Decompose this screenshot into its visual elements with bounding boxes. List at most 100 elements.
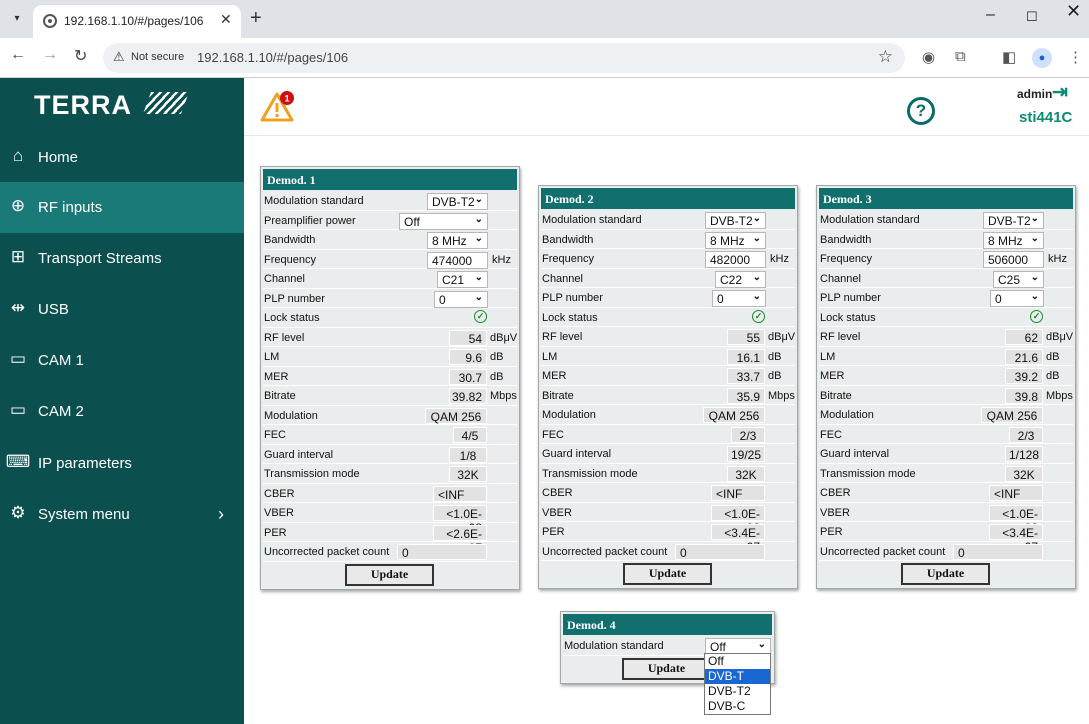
side-panel-icon[interactable]: ◧ bbox=[1002, 48, 1016, 66]
preamp-select[interactable]: Off ⌄ bbox=[399, 212, 488, 230]
frequency-input[interactable]: 482000 bbox=[705, 251, 766, 268]
camera-icon[interactable]: ◉ bbox=[922, 48, 935, 66]
close-tab-icon[interactable]: ✕ bbox=[220, 11, 232, 28]
field-label: Frequency bbox=[542, 253, 594, 265]
field-label: Bandwidth bbox=[542, 233, 594, 246]
chevron-down-icon: ⌄ bbox=[757, 639, 766, 650]
sidebar-item-ip-parameters[interactable]: ⌨ IP parameters bbox=[0, 438, 244, 489]
field-label: Modulation bbox=[264, 409, 318, 422]
dropdown-option[interactable]: DVB-T2 bbox=[705, 684, 770, 699]
browser-menu-icon[interactable]: ⋮ bbox=[1068, 48, 1083, 66]
plp-select[interactable]: 0 ⌄ bbox=[990, 290, 1044, 307]
channel-select[interactable]: C21 ⌄ bbox=[437, 271, 488, 288]
unit-label: dB bbox=[1046, 370, 1060, 382]
unit-label: kHz bbox=[1048, 253, 1067, 265]
field-label: Bitrate bbox=[820, 389, 852, 402]
update-button[interactable]: Update bbox=[901, 563, 990, 585]
browser-tab[interactable]: 192.168.1.10/#/pages/106 ✕ bbox=[33, 5, 241, 38]
frequency-input[interactable]: 506000 bbox=[983, 251, 1044, 268]
usb-icon: ⇹ bbox=[10, 298, 26, 317]
bookmark-star-icon[interactable]: ☆ bbox=[878, 47, 893, 67]
dropdown-option[interactable]: DVB-C bbox=[705, 699, 770, 714]
channel-select[interactable]: C22 ⌄ bbox=[715, 270, 766, 288]
modulation-standard-select[interactable]: DVB-T2 ⌄ bbox=[983, 212, 1044, 229]
sidebar-item-label: CAM 1 bbox=[38, 352, 84, 369]
rf-level-value: 62 bbox=[1005, 329, 1043, 345]
cam-icon: ▭ bbox=[9, 400, 27, 419]
plp-select[interactable]: 0 ⌄ bbox=[434, 290, 488, 308]
sidebar-item-usb[interactable]: ⇹ USB bbox=[0, 284, 244, 335]
update-button[interactable]: Update bbox=[345, 563, 434, 586]
close-window-icon[interactable]: ✕ bbox=[1066, 1, 1081, 22]
sidebar-item-cam-2[interactable]: ▭ CAM 2 bbox=[0, 386, 244, 437]
channel-select[interactable]: C25 ⌄ bbox=[993, 270, 1044, 288]
bitrate-value: 35.9 bbox=[727, 387, 765, 404]
vber-value: <1.0E-08 bbox=[989, 504, 1043, 535]
transmission-mode-value: 32K bbox=[727, 465, 765, 482]
transport-stream-icon: ⊞ bbox=[10, 247, 26, 266]
sidebar-item-home[interactable]: ⌂ Home bbox=[0, 132, 244, 183]
guard-interval-value: 19/25 bbox=[727, 446, 765, 462]
logout-icon[interactable]: ⇥ bbox=[1052, 81, 1068, 104]
forward-icon[interactable]: → bbox=[42, 46, 58, 64]
tab-search-icon[interactable]: ▾ bbox=[8, 10, 26, 28]
help-icon[interactable]: ? bbox=[907, 97, 935, 125]
extensions-icon[interactable]: ⧉ bbox=[955, 48, 966, 65]
field-label: PER bbox=[542, 526, 565, 538]
url-text[interactable]: 192.168.1.10/#/pages/106 bbox=[197, 50, 348, 65]
modulation-standard-dropdown[interactable]: Off DVB-T DVB-T2 DVB-C bbox=[704, 653, 771, 715]
modulation-standard-select[interactable]: DVB-T2 ⌄ bbox=[427, 193, 488, 210]
select-value: DVB-T2 bbox=[988, 214, 1031, 228]
field-label: Channel bbox=[264, 273, 305, 285]
cber-value: <INF bbox=[433, 485, 487, 502]
warning-icon[interactable]: 1 bbox=[260, 90, 296, 122]
modulation-standard-select[interactable]: DVB-T2 ⌄ bbox=[705, 212, 766, 229]
field-label: Guard interval bbox=[542, 448, 612, 460]
field-label: Modulation standard bbox=[542, 214, 642, 226]
warning-count: 1 bbox=[284, 94, 289, 104]
sidebar-item-label: RF inputs bbox=[38, 199, 103, 216]
chevron-down-icon: ⌄ bbox=[1030, 291, 1039, 302]
plp-select[interactable]: 0 ⌄ bbox=[712, 290, 766, 307]
panel-title: Demod. 4 bbox=[563, 614, 772, 635]
maximize-icon[interactable]: ☐ bbox=[1026, 9, 1038, 25]
fec-value: 4/5 bbox=[453, 427, 487, 443]
bandwidth-select[interactable]: 8 MHz ⌄ bbox=[983, 231, 1044, 249]
minimize-icon[interactable]: – bbox=[986, 6, 995, 24]
field-label: Transmission mode bbox=[542, 467, 638, 480]
lock-ok-icon: ✓ bbox=[1030, 309, 1043, 323]
field-label: FEC bbox=[820, 428, 842, 441]
sidebar-item-system-menu[interactable]: ⚙ System menu › bbox=[0, 489, 244, 540]
per-value: <2.6E-07 bbox=[433, 524, 487, 555]
demod-panel: Demod. 2 Modulation standard DVB-T2 ⌄ Band… bbox=[538, 185, 798, 589]
bitrate-value: 39.82 bbox=[449, 388, 487, 404]
address-bar[interactable]: ⚠ Not secure 192.168.1.10/#/pages/106 ☆ bbox=[103, 43, 905, 73]
panel-title: Demod. 2 bbox=[541, 188, 795, 209]
dropdown-option[interactable]: Off bbox=[705, 654, 770, 669]
unit-label: kHz bbox=[770, 253, 789, 265]
profile-avatar-icon[interactable]: ● bbox=[1032, 48, 1052, 68]
update-button[interactable]: Update bbox=[622, 657, 711, 680]
field-label: PER bbox=[820, 526, 843, 538]
bitrate-value: 39.8 bbox=[1005, 387, 1043, 404]
sidebar-item-cam-1[interactable]: ▭ CAM 1 bbox=[0, 335, 244, 386]
sidebar-item-transport-streams[interactable]: ⊞ Transport Streams bbox=[0, 233, 244, 284]
reload-icon[interactable]: ↻ bbox=[74, 46, 87, 66]
lock-ok-icon: ✓ bbox=[752, 309, 765, 323]
modulation-value: QAM 256 bbox=[425, 407, 487, 424]
update-button[interactable]: Update bbox=[623, 563, 712, 585]
per-value: <3.4E-07 bbox=[989, 524, 1043, 554]
back-icon[interactable]: ← bbox=[10, 46, 26, 64]
security-label[interactable]: Not secure bbox=[131, 51, 184, 63]
bandwidth-select[interactable]: 8 MHz ⌄ bbox=[705, 231, 766, 249]
dropdown-option[interactable]: DVB-T bbox=[705, 669, 770, 684]
bandwidth-select[interactable]: 8 MHz ⌄ bbox=[427, 232, 488, 249]
unit-label: dBμV bbox=[768, 331, 796, 343]
sidebar-item-rf-inputs[interactable]: ⊕ RF inputs bbox=[0, 182, 244, 233]
unit-label: dB bbox=[1046, 350, 1060, 363]
modulation-value: QAM 256 bbox=[703, 407, 765, 423]
new-tab-icon[interactable]: + bbox=[250, 7, 262, 30]
field-label: VBER bbox=[820, 506, 850, 519]
select-value: 8 MHz bbox=[432, 234, 467, 248]
frequency-input[interactable]: 474000 bbox=[427, 251, 488, 269]
